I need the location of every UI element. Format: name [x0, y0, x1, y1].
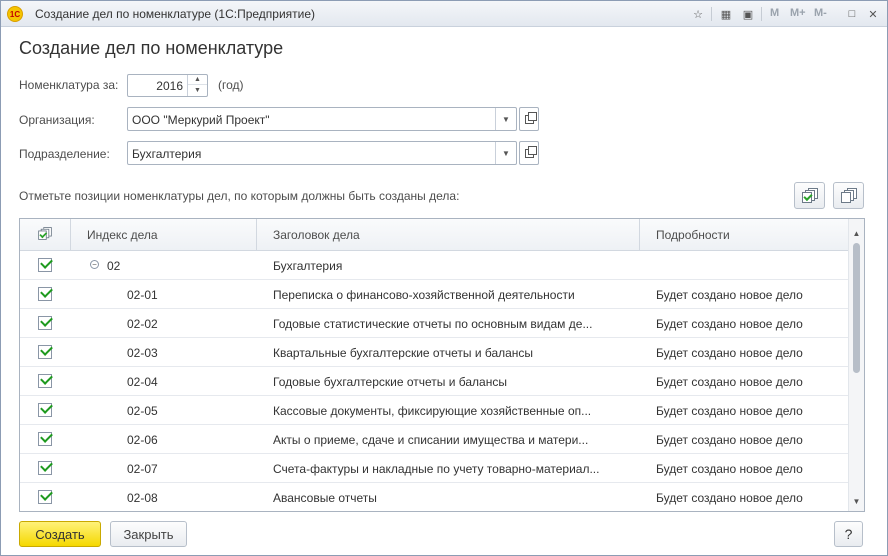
row-index: 02	[107, 259, 121, 273]
row-title: Годовые бухгалтерские отчеты и балансы	[273, 375, 507, 389]
row-index: 02-07	[127, 462, 158, 476]
table-row[interactable]: 02-05 Кассовые документы, фиксирующие хо…	[20, 396, 848, 425]
column-header-title[interactable]: Заголовок дела	[257, 219, 640, 250]
row-title: Авансовые отчеты	[273, 491, 377, 505]
row-title: Квартальные бухгалтерские отчеты и балан…	[273, 346, 534, 360]
table-row[interactable]: 02-02 Годовые статистические отчеты по о…	[20, 309, 848, 338]
row-checkbox[interactable]	[38, 403, 52, 417]
row-index: 02-06	[127, 433, 158, 447]
year-label: Номенклатура за:	[19, 78, 119, 92]
uncheck-all-icon	[840, 188, 857, 203]
toolbar-separator	[711, 7, 712, 21]
row-checkbox[interactable]	[38, 374, 52, 388]
app-logo-icon: 1С	[7, 6, 23, 22]
row-title: Кассовые документы, фиксирующие хозяйств…	[273, 404, 592, 418]
vertical-scrollbar[interactable]: ▲ ▼	[848, 219, 864, 511]
table-row[interactable]: 02-06 Акты о приеме, сдаче и списании им…	[20, 425, 848, 454]
chevron-down-icon[interactable]: ▼	[495, 142, 516, 164]
calendar-icon[interactable]: ▣	[740, 6, 756, 22]
table-row[interactable]: 02-04 Годовые бухгалтерские отчеты и бал…	[20, 367, 848, 396]
year-field[interactable]: 2016 ▲ ▼	[127, 74, 208, 97]
row-checkbox[interactable]	[38, 287, 52, 301]
table-row[interactable]: 02-07 Счета-фактуры и накладные по учету…	[20, 454, 848, 483]
title-bar: 1С Создание дел по номенклатуре (1С:Пред…	[1, 1, 887, 27]
table-row[interactable]: 02-08 Авансовые отчеты Будет создано нов…	[20, 483, 848, 511]
department-field[interactable]: Бухгалтерия ▼	[127, 141, 517, 165]
row-details: Будет создано новое дело	[656, 491, 803, 505]
calculator-icon[interactable]: ▦	[718, 6, 734, 22]
table-row[interactable]: 02-01 Переписка о финансово-хозяйственно…	[20, 280, 848, 309]
help-button[interactable]: ?	[834, 521, 863, 547]
year-suffix: (год)	[218, 78, 244, 92]
department-label: Подразделение:	[19, 147, 110, 161]
check-all-button[interactable]	[794, 182, 825, 209]
check-all-icon	[38, 227, 52, 240]
row-index: 02-08	[127, 491, 158, 505]
scroll-down-icon[interactable]: ▼	[849, 493, 864, 509]
close-icon[interactable]: ✕	[865, 6, 881, 22]
row-title: Переписка о финансово-хозяйственной деят…	[273, 288, 575, 302]
scrollbar-thumb[interactable]	[853, 243, 860, 373]
row-checkbox[interactable]	[38, 490, 52, 504]
uncheck-all-button[interactable]	[833, 182, 864, 209]
row-checkbox[interactable]	[38, 432, 52, 446]
row-index: 02-03	[127, 346, 158, 360]
scroll-up-icon[interactable]: ▲	[849, 225, 864, 241]
memory-subtract-button[interactable]: M-	[814, 7, 827, 19]
memory-button[interactable]: M	[770, 7, 779, 19]
organization-field[interactable]: ООО "Меркурий Проект" ▼	[127, 107, 517, 131]
column-header-index[interactable]: Индекс дела	[71, 219, 257, 250]
row-checkbox[interactable]	[38, 345, 52, 359]
row-index: 02-05	[127, 404, 158, 418]
maximize-icon[interactable]: □	[844, 6, 860, 22]
row-title: Бухгалтерия	[273, 259, 343, 273]
favorite-star-icon[interactable]: ☆	[690, 6, 706, 22]
row-index: 02-02	[127, 317, 158, 331]
close-button[interactable]: Закрыть	[110, 521, 187, 547]
department-value: Бухгалтерия	[132, 147, 202, 161]
row-title: Счета-фактуры и накладные по учету товар…	[273, 462, 600, 476]
row-details: Будет создано новое дело	[656, 433, 803, 447]
check-all-icon	[801, 188, 818, 203]
decrement-icon[interactable]: ▼	[188, 85, 207, 95]
section-instruction: Отметьте позиции номенклатуры дел, по ко…	[19, 189, 460, 203]
organization-open-button[interactable]	[519, 107, 539, 131]
window-title: Создание дел по номенклатуре (1С:Предпри…	[35, 7, 316, 21]
row-index: 02-04	[127, 375, 158, 389]
row-details: Будет создано новое дело	[656, 346, 803, 360]
organization-value: ООО "Меркурий Проект"	[132, 113, 270, 127]
column-header-details[interactable]: Подробности	[640, 219, 848, 250]
table-row-group[interactable]: − 02 Бухгалтерия	[20, 251, 848, 280]
department-open-button[interactable]	[519, 141, 539, 165]
organization-label: Организация:	[19, 113, 95, 127]
row-details: Будет создано новое дело	[656, 462, 803, 476]
table-row[interactable]: 02-03 Квартальные бухгалтерские отчеты и…	[20, 338, 848, 367]
row-details: Будет создано новое дело	[656, 288, 803, 302]
form-window: 1С Создание дел по номенклатуре (1С:Пред…	[0, 0, 888, 556]
row-index: 02-01	[127, 288, 158, 302]
row-checkbox[interactable]	[38, 461, 52, 475]
year-value: 2016	[156, 79, 183, 93]
year-stepper[interactable]: ▲ ▼	[187, 75, 207, 96]
header-check-column[interactable]	[20, 219, 71, 250]
table-header: Индекс дела Заголовок дела Подробности	[20, 219, 848, 251]
page-title: Создание дел по номенклатуре	[19, 38, 284, 58]
memory-add-button[interactable]: M+	[790, 7, 806, 19]
row-details: Будет создано новое дело	[656, 317, 803, 331]
row-checkbox[interactable]	[38, 316, 52, 330]
create-button[interactable]: Создать	[19, 521, 101, 547]
chevron-down-icon[interactable]: ▼	[495, 108, 516, 130]
row-details: Будет создано новое дело	[656, 375, 803, 389]
toolbar-separator	[761, 7, 762, 21]
open-window-icon	[524, 145, 537, 158]
collapse-icon[interactable]: −	[90, 260, 99, 269]
row-checkbox[interactable]	[38, 258, 52, 272]
row-details: Будет создано новое дело	[656, 404, 803, 418]
row-title: Акты о приеме, сдаче и списании имуществ…	[273, 433, 589, 447]
row-title: Годовые статистические отчеты по основны…	[273, 317, 593, 331]
nomenclature-table: Индекс дела Заголовок дела Подробности −…	[19, 218, 865, 512]
open-window-icon	[524, 111, 537, 124]
increment-icon[interactable]: ▲	[188, 75, 207, 85]
